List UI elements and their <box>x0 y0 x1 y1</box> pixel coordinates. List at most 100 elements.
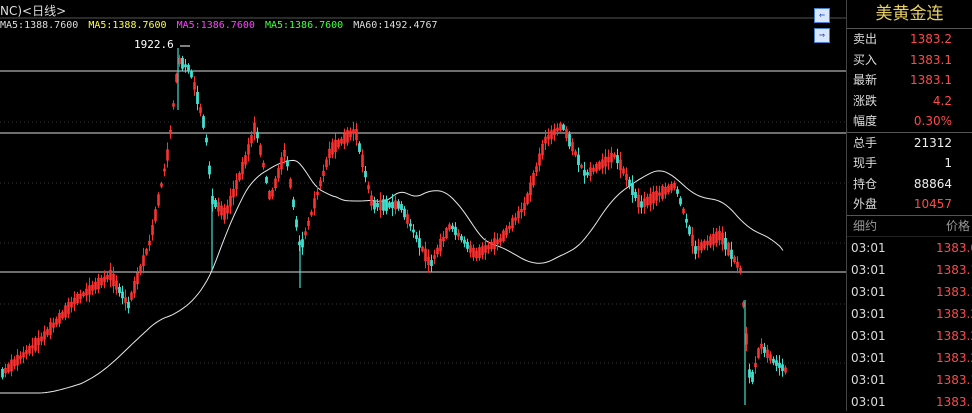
candle-body <box>388 202 391 208</box>
chart-nav: ⇐⇒ <box>812 3 846 43</box>
quote-label: 总手 <box>853 135 878 150</box>
chart-title: NC)<日线> <box>0 4 67 18</box>
tick-row: 03:01 1383.1 <box>847 391 972 413</box>
kline-chart-area[interactable]: NC)<日线> MA5:1388.7600 MA5:1388.7600 MA5:… <box>0 0 846 411</box>
tick-time: 03:01 <box>851 372 886 387</box>
tick-time: 03:01 <box>851 284 886 299</box>
candle-body <box>454 226 457 236</box>
candle-body <box>121 291 124 299</box>
candle-body <box>385 199 388 211</box>
candle-body <box>118 286 121 293</box>
tick-price: 1383.2 <box>936 328 972 343</box>
quote-row: 涨跌 4.2 <box>847 91 972 112</box>
back-arrow-icon[interactable]: ⇐ <box>814 8 830 23</box>
candle-body <box>208 165 211 175</box>
candle-body <box>730 249 733 259</box>
candle-body <box>127 301 130 309</box>
tick-header-time: 细约 <box>853 218 878 233</box>
candle-body <box>409 223 412 227</box>
candle-body <box>295 219 298 228</box>
tick-time: 03:01 <box>851 394 886 409</box>
tick-list[interactable]: 03:01 1383.0 03:01 1383.1 03:01 1383.1 03:01 13… <box>847 237 972 413</box>
candle-body <box>679 198 682 205</box>
quote-label: 外盘 <box>853 197 878 211</box>
candle-body <box>724 237 727 250</box>
candle-body <box>640 201 643 208</box>
candle-body <box>676 189 679 194</box>
quote-value: 4.2 <box>932 93 952 108</box>
quote-value: 1383.2 <box>910 32 952 46</box>
candle-body <box>382 199 385 211</box>
quote-label: 涨跌 <box>853 93 878 108</box>
quote-label: 现手 <box>853 156 878 170</box>
candle-body <box>781 364 784 372</box>
candle-body <box>265 176 268 183</box>
candle-body <box>418 238 421 248</box>
candle-body <box>685 218 688 223</box>
ma-item-5: MA60:1492.4767 <box>353 20 438 31</box>
candle-body <box>577 154 580 166</box>
quote-value: 88864 <box>913 176 952 191</box>
candle-body <box>187 64 190 72</box>
ma-item-2: MA5:1388.7600 <box>88 20 167 31</box>
quote-row: 最新 1383.1 <box>847 70 972 91</box>
candle-body <box>778 362 781 368</box>
quote-label: 买入 <box>853 52 878 67</box>
ma-indicator-line: MA5:1388.7600 MA5:1388.7600 MA5:1386.760… <box>0 20 442 36</box>
candle-body <box>202 116 205 128</box>
tick-time: 03:01 <box>851 240 886 255</box>
quote-value: 10457 <box>913 197 952 211</box>
candle-body <box>562 124 565 130</box>
ma-item-4: MA5:1386.7600 <box>264 20 344 31</box>
quote-value: 1383.1 <box>910 52 952 67</box>
candle-body <box>397 201 400 209</box>
tick-time: 03:01 <box>851 350 886 365</box>
peak-price-label: 1922.6 <box>134 38 174 51</box>
candle-body <box>184 64 187 68</box>
candle-body <box>586 172 589 176</box>
candle-body <box>634 191 637 198</box>
tick-price: 1383.1 <box>936 394 972 409</box>
tick-price: 1383.1 <box>936 284 972 299</box>
candle-body <box>205 137 208 143</box>
quote-row: 幅度 0.30% <box>847 111 972 133</box>
tick-row: 03:01 1383.2 <box>847 347 972 369</box>
forward-arrow-icon[interactable]: ⇒ <box>814 28 830 43</box>
candle-body <box>466 241 469 249</box>
quote-row: 总手 21312 <box>847 133 972 154</box>
candle-body <box>1 368 4 378</box>
candle-body <box>400 204 403 210</box>
quote-label: 幅度 <box>853 114 878 128</box>
candle-body <box>694 246 697 254</box>
candle-body <box>748 369 751 378</box>
candle-body <box>364 170 367 178</box>
candle-body <box>256 131 259 139</box>
candle-body <box>415 235 418 239</box>
quote-row: 持仓 88864 <box>847 174 972 195</box>
tick-header: 细约 价格 <box>847 216 972 237</box>
candle-body <box>196 91 199 105</box>
candle-body <box>181 58 184 69</box>
ma-item-3: MA5:1386.7600 <box>176 20 255 31</box>
quote-label: 持仓 <box>853 176 878 191</box>
tick-price: 1383.1 <box>936 372 972 387</box>
candle-body <box>391 201 394 209</box>
candle-body <box>775 360 778 366</box>
ma-item-1: MA5:1388.7600 <box>0 20 79 31</box>
candle-body <box>772 358 775 363</box>
quote-row: 现手 1 <box>847 153 972 174</box>
tick-row: 03:01 1383.1 <box>847 281 972 303</box>
quote-value: 21312 <box>913 135 952 150</box>
candle-body <box>403 208 406 218</box>
tick-row: 03:01 1383.1 <box>847 369 972 391</box>
quote-list: 卖出 1383.2 买入 1383.1 最新 1383.1 涨跌 4.2 幅度 0.30% 总手 21… <box>847 29 972 216</box>
candle-body <box>373 200 376 210</box>
candle-body <box>412 229 415 233</box>
tick-row: 03:01 1383.0 <box>847 237 972 259</box>
kline-chart[interactable] <box>0 0 846 411</box>
candle-body <box>214 199 217 207</box>
tick-price: 1383.2 <box>936 350 972 365</box>
tick-price: 1383.2 <box>936 306 972 321</box>
tick-row: 03:01 1383.1 <box>847 259 972 281</box>
candle-body <box>358 143 361 152</box>
